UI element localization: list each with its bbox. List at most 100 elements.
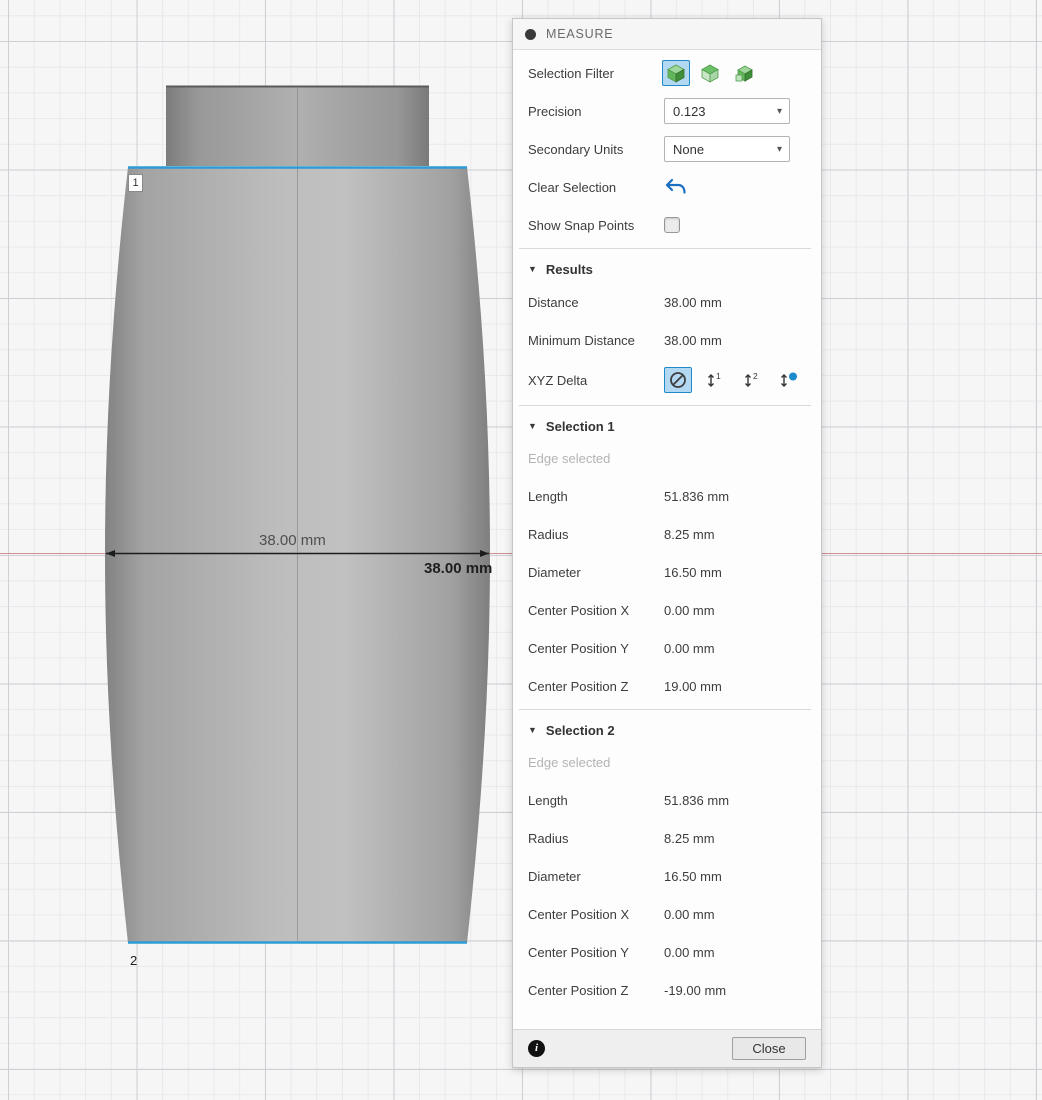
precision-label: Precision <box>528 104 660 119</box>
collapse-triangle-icon[interactable]: ▼ <box>528 421 537 431</box>
diameter-label: Diameter <box>528 869 660 884</box>
radius-label: Radius <box>528 527 660 542</box>
filter-face-button[interactable] <box>696 60 724 86</box>
table-row: Radius 8.25 mm <box>513 515 821 553</box>
divider <box>519 709 811 710</box>
show-snap-points-label: Show Snap Points <box>528 218 660 233</box>
dimension-cursor-label: 38.00 mm <box>424 560 492 577</box>
center-y-label: Center Position Y <box>528 641 660 656</box>
edge-cube-icon <box>734 63 754 83</box>
results-title: Results <box>546 262 593 277</box>
table-row: Diameter 16.50 mm <box>513 553 821 591</box>
center-z-value: -19.00 mm <box>664 983 726 998</box>
radius-value: 8.25 mm <box>664 831 715 846</box>
secondary-units-dropdown[interactable]: None ▾ <box>664 136 790 162</box>
selection2-status: Edge selected <box>513 744 821 781</box>
distance-row: Distance 38.00 mm <box>513 283 821 321</box>
radius-label: Radius <box>528 831 660 846</box>
dialog-footer: i Close <box>513 1029 821 1067</box>
selection1-title: Selection 1 <box>546 419 615 434</box>
xyz-delta-group: 1 2 <box>664 367 803 393</box>
face-cube-icon <box>700 63 720 83</box>
table-row: Length 51.836 mm <box>513 781 821 819</box>
xyz-delta-none-button[interactable] <box>664 367 692 393</box>
center-y-label: Center Position Y <box>528 945 660 960</box>
chevron-down-icon: ▾ <box>777 144 782 155</box>
center-x-value: 0.00 mm <box>664 907 715 922</box>
center-z-label: Center Position Z <box>528 679 660 694</box>
delta-both-icon <box>778 370 800 390</box>
collapse-triangle-icon[interactable]: ▼ <box>528 264 537 274</box>
xyz-delta-row: XYZ Delta 1 <box>513 359 821 401</box>
selection1-section-header[interactable]: ▼ Selection 1 <box>513 408 821 440</box>
xyz-delta-both-button[interactable] <box>775 367 803 393</box>
clear-selection-row: Clear Selection <box>513 168 821 206</box>
length-label: Length <box>528 793 660 808</box>
clear-selection-button[interactable] <box>662 174 690 200</box>
selection2-section-header[interactable]: ▼ Selection 2 <box>513 712 821 744</box>
svg-text:2: 2 <box>753 371 758 381</box>
filter-body-button[interactable] <box>662 60 690 86</box>
table-row: Diameter 16.50 mm <box>513 857 821 895</box>
delta-selection1-icon: 1 <box>705 370 725 390</box>
divider <box>519 405 811 406</box>
table-row: Center Position Z 19.00 mm <box>513 667 821 705</box>
secondary-units-value: None <box>673 142 704 157</box>
table-row: Center Position X 0.00 mm <box>513 591 821 629</box>
body-cube-icon <box>666 63 686 83</box>
selection1-status: Edge selected <box>513 440 821 477</box>
collapse-triangle-icon[interactable]: ▼ <box>528 725 537 735</box>
info-icon[interactable]: i <box>528 1040 545 1057</box>
close-button[interactable]: Close <box>732 1037 806 1060</box>
precision-row: Precision 0.123 ▾ <box>513 92 821 130</box>
undo-arrow-icon <box>665 178 687 196</box>
clear-selection-label: Clear Selection <box>528 180 660 195</box>
delta-selection2-icon: 2 <box>742 370 762 390</box>
show-snap-points-checkbox[interactable] <box>664 217 680 233</box>
center-x-value: 0.00 mm <box>664 603 715 618</box>
model-view <box>0 0 560 1000</box>
selection-filter-row: Selection Filter <box>513 54 821 92</box>
radius-value: 8.25 mm <box>664 527 715 542</box>
dialog-header[interactable]: MEASURE <box>513 19 821 50</box>
table-row: Center Position Y 0.00 mm <box>513 629 821 667</box>
diameter-label: Diameter <box>528 565 660 580</box>
center-y-value: 0.00 mm <box>664 641 715 656</box>
precision-value: 0.123 <box>673 104 706 119</box>
center-x-label: Center Position X <box>528 603 660 618</box>
minimum-distance-label: Minimum Distance <box>528 333 660 348</box>
secondary-units-label: Secondary Units <box>528 142 660 157</box>
selection-tag-1: 1 <box>128 174 143 192</box>
results-section-header[interactable]: ▼ Results <box>513 251 821 283</box>
dialog-title: MEASURE <box>546 27 613 41</box>
xyz-delta-1-button[interactable]: 1 <box>701 367 729 393</box>
dimension-label: 38.00 mm <box>259 532 326 549</box>
no-delta-icon <box>668 370 688 390</box>
show-snap-points-row: Show Snap Points <box>513 206 821 244</box>
length-label: Length <box>528 489 660 504</box>
diameter-value: 16.50 mm <box>664 565 722 580</box>
precision-dropdown[interactable]: 0.123 ▾ <box>664 98 790 124</box>
xyz-delta-label: XYZ Delta <box>528 373 660 388</box>
distance-label: Distance <box>528 295 660 310</box>
xyz-delta-2-button[interactable]: 2 <box>738 367 766 393</box>
minimum-distance-row: Minimum Distance 38.00 mm <box>513 321 821 359</box>
minimum-distance-value: 38.00 mm <box>664 333 722 348</box>
length-value: 51.836 mm <box>664 489 729 504</box>
diameter-value: 16.50 mm <box>664 869 722 884</box>
chevron-down-icon: ▾ <box>777 106 782 117</box>
dialog-body: Selection Filter <box>513 50 821 1029</box>
table-row: Center Position X 0.00 mm <box>513 895 821 933</box>
panel-handle-icon[interactable] <box>525 29 536 40</box>
selection-filter-label: Selection Filter <box>528 66 660 81</box>
filter-edge-button[interactable] <box>730 60 758 86</box>
distance-value: 38.00 mm <box>664 295 722 310</box>
svg-text:1: 1 <box>716 371 721 381</box>
divider <box>519 248 811 249</box>
center-x-label: Center Position X <box>528 907 660 922</box>
center-y-value: 0.00 mm <box>664 945 715 960</box>
table-row: Center Position Z -19.00 mm <box>513 971 821 1009</box>
selection2-title: Selection 2 <box>546 723 615 738</box>
table-row: Center Position Y 0.00 mm <box>513 933 821 971</box>
secondary-units-row: Secondary Units None ▾ <box>513 130 821 168</box>
